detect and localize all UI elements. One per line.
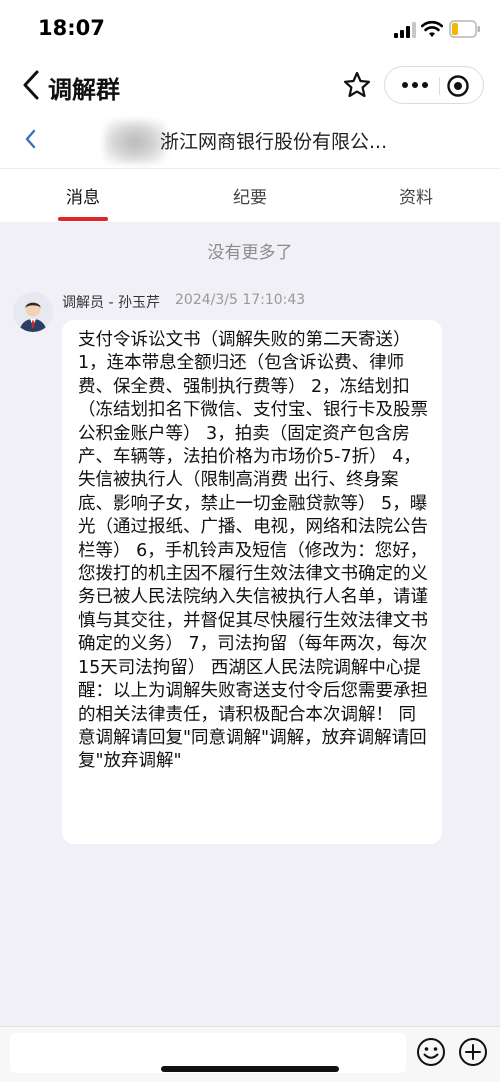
tab-bar: 消息 纪要 资料 xyxy=(0,168,500,222)
status-bar: 18:07 xyxy=(0,0,500,58)
active-tab-indicator xyxy=(58,217,108,221)
avatar[interactable] xyxy=(13,292,53,332)
no-more-label: 没有更多了 xyxy=(207,243,293,263)
chevron-left-icon[interactable] xyxy=(22,126,38,152)
status-time: 18:07 xyxy=(38,16,105,40)
more-icon[interactable] xyxy=(397,75,433,95)
message-timestamp: 2024/3/5 17:10:43 xyxy=(175,292,306,308)
group-subtitle: 浙江网商银行股份有限公... xyxy=(160,131,388,153)
nav-header: 调解群 xyxy=(0,58,500,112)
page-title: 调解群 xyxy=(48,76,120,104)
message-bubble[interactable]: 支付令诉讼文书（调解失败的第二天寄送） 1，连本带息全额归还（包含诉讼费、律师费… xyxy=(62,320,442,844)
mediator-avatar-icon xyxy=(13,292,53,332)
back-arrow-icon[interactable] xyxy=(18,68,44,102)
emoji-icon[interactable] xyxy=(416,1037,446,1067)
wifi-icon xyxy=(421,20,443,37)
battery-icon xyxy=(449,20,480,38)
input-bar xyxy=(0,1026,500,1082)
message-sender: 调解员 - 孙玉芹 xyxy=(62,295,160,311)
tab-documents[interactable]: 资料 xyxy=(399,183,433,208)
mini-program-capsule xyxy=(384,66,484,104)
signal-icon xyxy=(394,22,416,38)
tab-summary[interactable]: 纪要 xyxy=(233,183,267,208)
close-target-icon[interactable] xyxy=(445,73,471,99)
plus-icon[interactable] xyxy=(458,1037,488,1067)
star-icon[interactable] xyxy=(338,66,376,104)
group-subheader: 浙江网商银行股份有限公... xyxy=(0,114,500,164)
home-indicator xyxy=(161,1066,339,1072)
redacted-name xyxy=(104,120,166,164)
tab-messages[interactable]: 消息 xyxy=(66,183,100,208)
capsule-divider xyxy=(439,77,440,95)
